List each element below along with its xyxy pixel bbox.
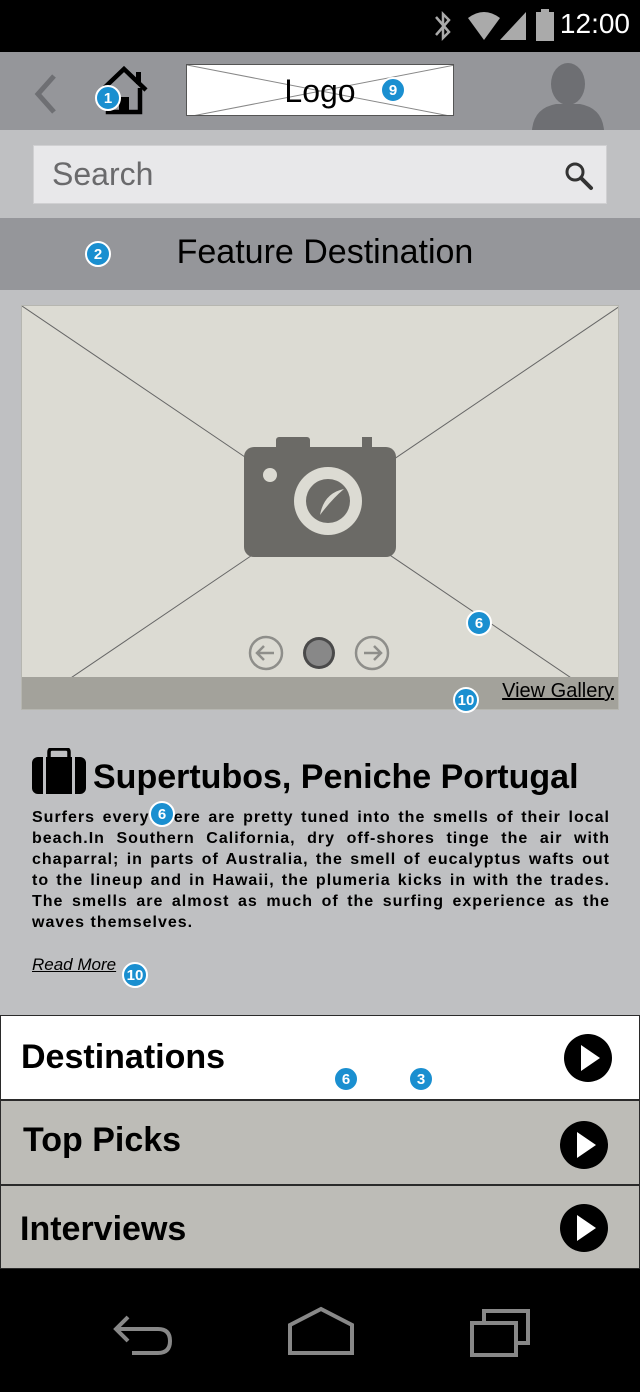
play-circle-icon	[560, 1204, 608, 1252]
bluetooth-icon	[435, 10, 451, 42]
arrow-right-circle-icon[interactable]	[354, 635, 390, 671]
annotation-marker-home: 1	[95, 85, 121, 111]
search-placeholder: Search	[52, 156, 154, 192]
menu-item-label: Destinations	[21, 1038, 226, 1076]
wifi-icon	[468, 12, 500, 40]
search-area: Search	[0, 130, 640, 218]
camera-icon	[244, 437, 396, 557]
annotation-marker-gallery: 10	[453, 687, 479, 713]
home-nav-icon[interactable]	[286, 1305, 356, 1357]
feature-image-carousel[interactable]: View Gallery	[21, 305, 619, 710]
view-gallery-link[interactable]: View Gallery	[502, 680, 614, 703]
carousel-dot-active[interactable]	[303, 637, 335, 669]
annotation-marker-menu-b: 3	[408, 1066, 434, 1092]
play-circle-icon	[560, 1121, 608, 1169]
annotation-marker-logo: 9	[380, 77, 406, 103]
annotation-marker-feature: 2	[85, 241, 111, 267]
system-nav-bar	[0, 1269, 640, 1392]
menu-item-label: Interviews	[20, 1210, 187, 1248]
carousel-nav	[248, 635, 390, 671]
play-circle-icon	[564, 1034, 612, 1082]
article-title: Supertubos, Peniche Portugal	[93, 758, 579, 796]
annotation-marker-body: 6	[149, 801, 175, 827]
annotation-marker-image: 6	[466, 610, 492, 636]
annotation-marker-read-more: 10	[122, 962, 148, 988]
annotation-marker-menu-a: 6	[333, 1066, 359, 1092]
read-more-link[interactable]: Read More	[32, 955, 116, 975]
status-time: 12:00	[559, 8, 630, 39]
search-icon[interactable]	[564, 161, 594, 191]
signal-icon	[500, 12, 526, 40]
recents-nav-icon[interactable]	[468, 1307, 534, 1359]
menu-item-destinations[interactable]: Destinations	[0, 1015, 640, 1100]
battery-icon	[536, 9, 554, 41]
search-input[interactable]: Search	[33, 145, 607, 204]
user-avatar-icon[interactable]	[528, 58, 608, 130]
menu-item-label: Top Picks	[23, 1121, 182, 1159]
logo: Logo	[186, 64, 454, 116]
arrow-left-circle-icon[interactable]	[248, 635, 284, 671]
menu-item-interviews[interactable]: Interviews	[0, 1185, 640, 1269]
logo-text: Logo	[284, 73, 356, 109]
gallery-bar: View Gallery	[22, 677, 618, 709]
chevron-left-icon[interactable]	[32, 72, 60, 116]
menu-item-top-picks[interactable]: Top Picks	[0, 1100, 640, 1185]
status-bar: 12:00	[0, 0, 640, 52]
back-nav-icon[interactable]	[110, 1309, 176, 1359]
article-body: Surfers everywhere are pretty tuned into…	[32, 809, 610, 931]
article-section: Supertubos, Peniche Portugal Surfers eve…	[0, 710, 640, 1015]
suitcase-icon	[32, 748, 86, 794]
